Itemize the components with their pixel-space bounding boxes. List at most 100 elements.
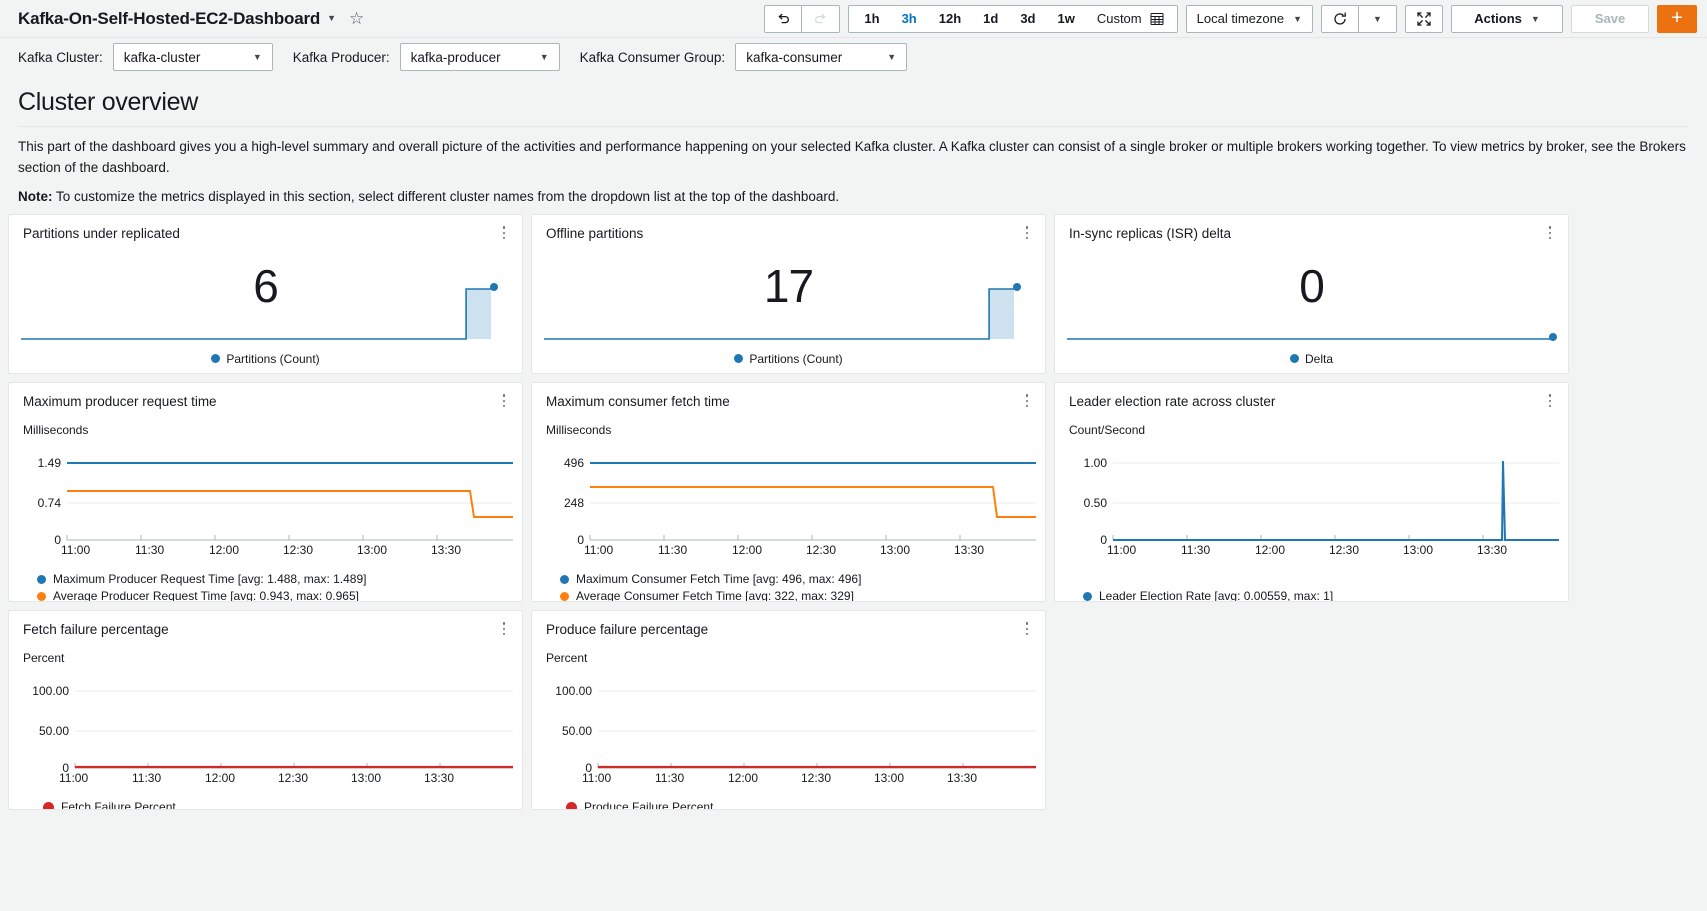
plot-area: 1.49 0.74 0 11:00 11:30 12:00 12:30 13:0… bbox=[23, 439, 514, 557]
legend-label: Produce Failure Percent bbox=[584, 799, 714, 810]
legend-item[interactable]: Average Consumer Fetch Time [avg: 322, m… bbox=[560, 588, 1045, 602]
fullscreen-button[interactable] bbox=[1405, 4, 1443, 33]
x-tick-label: 13:00 bbox=[357, 542, 388, 557]
kafka-consumer-group-value: kafka-consumer bbox=[746, 49, 843, 65]
refresh-options-button[interactable]: ▼ bbox=[1359, 4, 1397, 33]
refresh-button[interactable] bbox=[1321, 4, 1359, 33]
widget-offline-partitions[interactable]: Offline partitions 17 Partitions (Count) bbox=[531, 213, 1046, 374]
y-tick-label: 100.00 bbox=[32, 684, 69, 698]
legend-color-swatch bbox=[37, 591, 46, 601]
favorite-star-icon[interactable]: ☆ bbox=[349, 10, 364, 27]
legend-color-swatch bbox=[1289, 354, 1299, 364]
widget-fetch-failure-percentage[interactable]: Fetch failure percentage Percent 100.00 … bbox=[8, 609, 523, 810]
legend-color-swatch bbox=[43, 801, 54, 809]
legend-item[interactable]: Produce Failure Percent bbox=[566, 799, 1045, 810]
widget-legend: Delta bbox=[1055, 352, 1568, 366]
widget-title: Produce failure percentage bbox=[546, 621, 709, 637]
redo-icon bbox=[815, 13, 826, 24]
x-tick-label: 12:00 bbox=[728, 770, 759, 785]
time-range-1w[interactable]: 1w bbox=[1046, 6, 1085, 32]
dashboard-filter-bar: Kafka Cluster: kafka-cluster ▼ Kafka Pro… bbox=[0, 38, 1707, 76]
legend-item[interactable]: Fetch Failure Percent bbox=[43, 799, 522, 809]
widget-leader-election-rate[interactable]: Leader election rate across cluster Coun… bbox=[1054, 381, 1569, 602]
section-note-text: To customize the metrics displayed in th… bbox=[52, 188, 840, 204]
kebab-menu-icon[interactable] bbox=[496, 225, 512, 241]
x-tick-label: 11:30 bbox=[655, 770, 685, 785]
fullscreen-icon bbox=[1417, 11, 1431, 26]
legend-item[interactable]: Maximum Producer Request Time [avg: 1.48… bbox=[37, 571, 522, 588]
widget-legend: Partitions (Count) bbox=[9, 352, 522, 366]
legend-item[interactable]: Average Producer Request Time [avg: 0.94… bbox=[37, 588, 522, 601]
legend-label: Partitions (Count) bbox=[226, 351, 320, 366]
time-range-1h[interactable]: 1h bbox=[853, 6, 890, 32]
time-range-custom[interactable]: Custom bbox=[1086, 6, 1148, 32]
kafka-consumer-group-select[interactable]: kafka-consumer ▼ bbox=[735, 43, 908, 71]
x-tick-label: 11:00 bbox=[61, 542, 91, 557]
x-tick-label: 12:30 bbox=[283, 542, 314, 557]
kafka-consumer-group-label: Kafka Consumer Group: bbox=[579, 49, 726, 65]
kebab-menu-icon[interactable] bbox=[1019, 393, 1035, 409]
y-tick-label: 100.00 bbox=[555, 684, 592, 698]
page-title: Kafka-On-Self-Hosted-EC2-Dashboard bbox=[18, 8, 321, 28]
kafka-cluster-select[interactable]: kafka-cluster ▼ bbox=[112, 43, 273, 71]
x-tick-label: 11:30 bbox=[658, 542, 688, 557]
widget-title: Fetch failure percentage bbox=[23, 621, 169, 637]
widget-isr-delta[interactable]: In-sync replicas (ISR) delta 0 Delta bbox=[1054, 213, 1569, 374]
x-tick-label: 12:00 bbox=[205, 770, 236, 785]
sparkline bbox=[1067, 275, 1557, 343]
y-tick-label: 0.74 bbox=[38, 496, 62, 510]
undo-button[interactable] bbox=[764, 4, 803, 33]
widget-partitions-under-replicated[interactable]: Partitions under replicated 6 Partitions… bbox=[8, 213, 523, 374]
kebab-menu-icon[interactable] bbox=[496, 621, 512, 637]
time-range-3h[interactable]: 3h bbox=[891, 6, 928, 32]
kebab-menu-icon[interactable] bbox=[1542, 393, 1558, 409]
x-tick-label: 12:30 bbox=[806, 542, 837, 557]
y-axis-unit: Milliseconds bbox=[23, 422, 89, 437]
legend-color-swatch bbox=[734, 354, 744, 364]
x-tick-label: 11:00 bbox=[584, 542, 614, 557]
y-axis-unit: Count/Second bbox=[1069, 422, 1146, 437]
actions-label: Actions bbox=[1474, 11, 1522, 26]
kebab-menu-icon[interactable] bbox=[1019, 621, 1035, 637]
kafka-cluster-value: kafka-cluster bbox=[123, 49, 201, 65]
plot-area: 100.00 50.00 0 11:00 11:30 12:00 12:30 1… bbox=[23, 667, 514, 785]
x-tick-label: 13:00 bbox=[351, 770, 382, 785]
kebab-menu-icon[interactable] bbox=[496, 393, 512, 409]
widget-title: In-sync replicas (ISR) delta bbox=[1069, 225, 1232, 241]
widget-produce-failure-percentage[interactable]: Produce failure percentage Percent 100.0… bbox=[531, 609, 1046, 810]
x-tick-label: 12:30 bbox=[801, 770, 832, 785]
legend-label: Average Consumer Fetch Time [avg: 322, m… bbox=[576, 588, 854, 602]
widget-legend: Partitions (Count) bbox=[532, 352, 1045, 366]
legend-label: Maximum Consumer Fetch Time [avg: 496, m… bbox=[576, 571, 862, 586]
x-tick-label: 11:00 bbox=[59, 770, 89, 785]
chevron-down-icon: ▼ bbox=[887, 52, 897, 62]
time-range-3d[interactable]: 3d bbox=[1009, 6, 1046, 32]
time-range-1d[interactable]: 1d bbox=[972, 6, 1009, 32]
save-button[interactable]: Save bbox=[1571, 4, 1649, 33]
y-tick-label: 50.00 bbox=[39, 724, 69, 738]
x-tick-label: 11:00 bbox=[1107, 542, 1137, 557]
timezone-select[interactable]: Local timezone ▼ bbox=[1185, 4, 1313, 33]
x-tick-label: 12:00 bbox=[732, 542, 763, 557]
refresh-icon bbox=[1334, 12, 1346, 25]
chevron-down-icon[interactable]: ▼ bbox=[327, 14, 336, 23]
legend-item[interactable]: Leader Election Rate [avg: 0.00559, max:… bbox=[1083, 588, 1568, 602]
x-tick-label: 13:30 bbox=[954, 542, 985, 557]
widget-max-producer-request-time[interactable]: Maximum producer request time Millisecon… bbox=[8, 381, 523, 602]
kebab-menu-icon[interactable] bbox=[1019, 225, 1035, 241]
time-range-12h[interactable]: 12h bbox=[928, 6, 972, 32]
chevron-down-icon: ▼ bbox=[1373, 13, 1382, 24]
widget-title: Offline partitions bbox=[546, 225, 644, 241]
widget-max-consumer-fetch-time[interactable]: Maximum consumer fetch time Milliseconds… bbox=[531, 381, 1046, 602]
y-tick-label: 0.50 bbox=[1084, 496, 1108, 510]
x-tick-label: 11:30 bbox=[135, 542, 165, 557]
calendar-icon[interactable] bbox=[1148, 12, 1173, 26]
add-widget-button[interactable]: + bbox=[1657, 4, 1697, 33]
legend-item[interactable]: Maximum Consumer Fetch Time [avg: 496, m… bbox=[560, 571, 1045, 588]
kafka-producer-select[interactable]: kafka-producer ▼ bbox=[399, 43, 560, 71]
x-tick-label: 13:30 bbox=[1477, 542, 1508, 557]
redo-button[interactable] bbox=[802, 4, 841, 33]
actions-menu-button[interactable]: Actions ▼ bbox=[1451, 4, 1563, 33]
legend-label: Leader Election Rate [avg: 0.00559, max:… bbox=[1099, 588, 1334, 602]
kebab-menu-icon[interactable] bbox=[1542, 225, 1558, 241]
